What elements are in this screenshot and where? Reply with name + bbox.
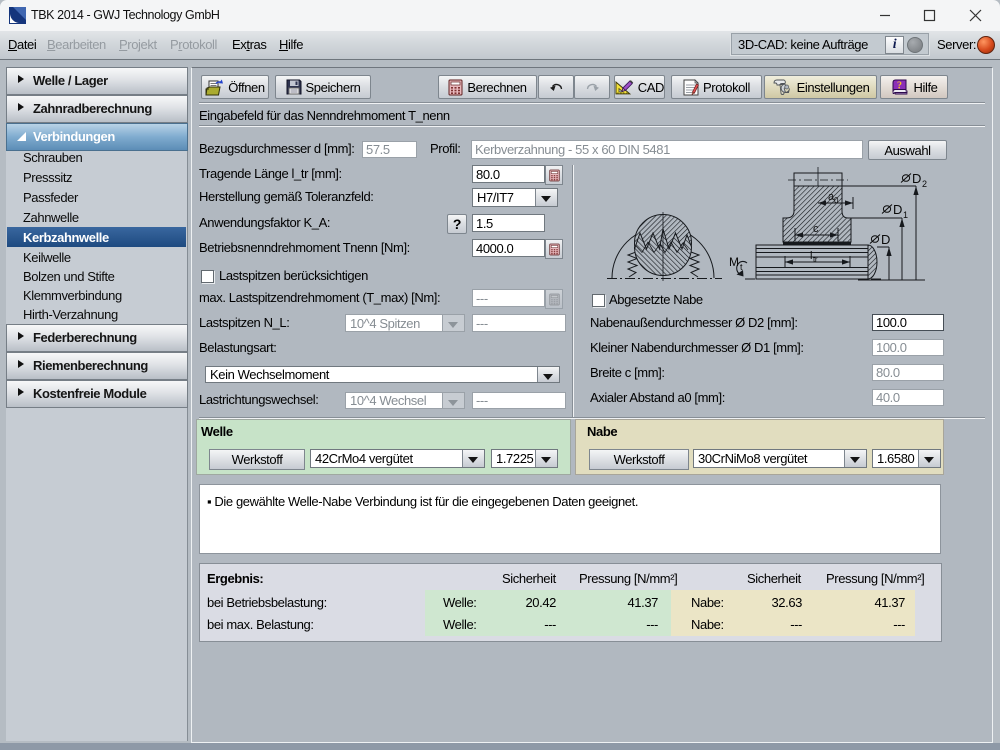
svg-text:D: D	[912, 171, 921, 186]
svg-text:?: ?	[897, 81, 902, 92]
svg-text:D: D	[881, 232, 890, 247]
svg-text:D: D	[893, 202, 902, 217]
svg-text:l: l	[810, 250, 812, 262]
svg-text:c: c	[813, 223, 819, 235]
svg-text:M: M	[729, 255, 739, 269]
svg-text:1: 1	[903, 210, 908, 220]
svg-text:2: 2	[922, 179, 927, 189]
